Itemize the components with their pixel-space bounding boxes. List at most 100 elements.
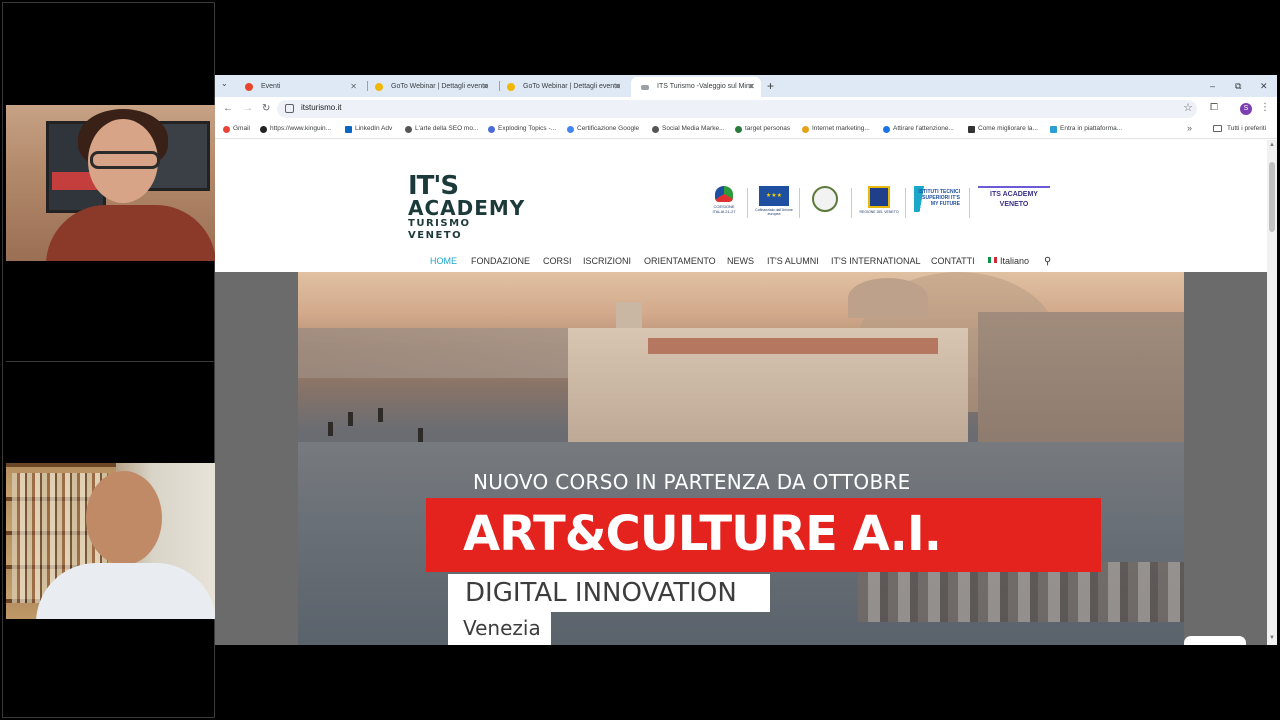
nav-its-international[interactable]: IT'S INTERNATIONAL (831, 256, 921, 266)
browser-toolbar: ← → ↻ itsturismo.it ☆ ⧠ S ⋮ (215, 97, 1277, 121)
tab-goto-webinar-2[interactable]: GoTo Webinar | Dettagli evento ✕ (497, 77, 627, 97)
all-bookmarks-label: Tutti i preferiti (1227, 125, 1267, 132)
bulb-icon (802, 126, 809, 133)
bookmark-item[interactable]: Come migliorare la... (968, 125, 1038, 133)
bookmark-star-icon[interactable]: ☆ (1183, 101, 1193, 114)
participant-video-2[interactable] (6, 463, 215, 619)
chat-widget-tab[interactable] (1184, 636, 1246, 645)
bookmark-item[interactable]: LinkedIn Adv (345, 125, 392, 133)
new-tab-plus-icon[interactable]: + (767, 78, 774, 94)
scrollbar-thumb[interactable] (1269, 162, 1275, 232)
nav-fondazione[interactable]: FONDAZIONE (471, 256, 530, 266)
bookmark-item[interactable]: L'arte della SEO mo... (405, 125, 479, 133)
scroll-up-arrow-icon[interactable]: ▲ (1269, 142, 1275, 148)
bookmark-label: L'arte della SEO mo... (415, 125, 479, 132)
close-tab-icon[interactable]: ✕ (350, 77, 357, 97)
partner-label: ISTITUTI TECNICI SUPERIORI IT'S MY FUTUR… (914, 186, 960, 212)
partner-label: REGIONE DEL VENETO (859, 210, 899, 214)
tab-goto-webinar-1[interactable]: GoTo Webinar | Dettagli evento ✕ (365, 77, 495, 97)
menu-kebab-icon[interactable]: ⋮ (1260, 102, 1270, 113)
forward-arrow-icon[interactable]: → (243, 102, 253, 116)
nav-orientamento[interactable]: ORIENTAMENTO (644, 256, 716, 266)
page-scrollbar[interactable]: ▲ ▼ (1267, 140, 1277, 645)
tab-label: Eventi (261, 83, 281, 90)
back-arrow-icon[interactable]: ← (223, 102, 233, 116)
bookmark-item[interactable]: Exploding Topics -... (488, 125, 557, 133)
search-icon[interactable]: ⚲ (1044, 256, 1051, 267)
close-tab-icon[interactable]: ✕ (614, 77, 621, 97)
tab-label: GoTo Webinar | Dettagli evento (391, 83, 489, 90)
nav-corsi[interactable]: CORSI (543, 256, 572, 266)
hero-subtitle: DIGITAL INNOVATION (465, 578, 737, 608)
webinar-stage: ⌄ Eventi ✕ GoTo Webinar | Dettagli event… (0, 0, 1280, 720)
participant-video-1[interactable] (6, 105, 215, 261)
more-bookmarks-chevron-icon[interactable]: » (1187, 123, 1192, 133)
feather-icon (883, 126, 890, 133)
participant-body (36, 563, 215, 619)
linkedin-icon (345, 126, 352, 133)
url-text[interactable]: itsturismo.it (301, 103, 341, 112)
close-tab-icon[interactable]: ✕ (482, 77, 489, 97)
tab-search-chevron-icon[interactable]: ⌄ (221, 79, 228, 88)
tab-its-turismo[interactable]: ITS Turismo -Valeggio sul Minc ✕ (631, 77, 761, 97)
bookmark-item[interactable]: Certificazione Google (567, 125, 640, 133)
google-favicon-icon (375, 83, 383, 91)
google-favicon-icon (507, 83, 515, 91)
nav-contatti[interactable]: CONTATTI (931, 256, 975, 266)
participant-body (46, 205, 215, 261)
nav-news[interactable]: NEWS (727, 256, 754, 266)
language-label: Italiano (1000, 256, 1030, 266)
minimize-icon[interactable]: – (1210, 78, 1215, 94)
profile-avatar[interactable]: S (1240, 103, 1252, 115)
its-academy-logo[interactable]: IT'S ACADEMY TURISMO VENETO (408, 173, 524, 241)
tab-strip: ⌄ Eventi ✕ GoTo Webinar | Dettagli event… (215, 75, 1277, 97)
tab-eventi[interactable]: Eventi ✕ (235, 77, 363, 97)
tab-label: GoTo Webinar | Dettagli evento (523, 83, 621, 90)
bookmark-label: target personas (745, 125, 791, 132)
tab-label: ITS Turismo -Valeggio sul Minc (657, 83, 754, 90)
participants-panel (2, 2, 215, 718)
bookmark-label: Attirare l'attenzione... (893, 125, 954, 132)
scroll-down-arrow-icon[interactable]: ▼ (1269, 635, 1275, 641)
bookmark-label: Internet marketing... (812, 125, 870, 132)
hero-title: ART&CULTURE A.I. (463, 506, 942, 562)
close-window-icon[interactable]: ✕ (1260, 78, 1268, 94)
site-info-icon[interactable] (285, 104, 294, 113)
bookmarks-bar: Gmail https://www.kinguin... LinkedIn Ad… (215, 121, 1277, 139)
bookmark-label: Come migliorare la... (978, 125, 1038, 132)
nav-home[interactable]: HOME (430, 256, 457, 266)
participant-glasses (90, 151, 160, 169)
restore-icon[interactable]: ⧉ (1235, 78, 1241, 94)
its-my-future-logo: ISTITUTI TECNICI SUPERIORI IT'S MY FUTUR… (911, 186, 963, 220)
eu-logo: ★★★ Cofinanziato dall'Unione europea (755, 186, 793, 220)
code-icon (735, 126, 742, 133)
repubblica-logo (807, 186, 843, 220)
all-bookmarks[interactable]: Tutti i preferiti (1213, 125, 1266, 132)
bookmark-label: Exploding Topics -... (498, 125, 557, 132)
bookmark-label: Social Media Marke... (662, 125, 725, 132)
logo-line: TURISMO VENETO (408, 218, 471, 241)
regione-veneto-logo: REGIONE DEL VENETO (859, 186, 899, 220)
doc-icon (968, 126, 975, 133)
extensions-puzzle-icon[interactable]: ⧠ (1210, 102, 1218, 113)
participant-face (86, 471, 162, 565)
bookmark-item[interactable]: Attirare l'attenzione... (883, 125, 954, 133)
bookmark-item[interactable]: Social Media Marke... (652, 125, 725, 133)
address-bar[interactable]: itsturismo.it ☆ (277, 100, 1197, 118)
bookmark-item[interactable]: Internet marketing... (802, 125, 870, 133)
language-selector[interactable]: Italiano (988, 256, 1029, 266)
nav-its-alumni[interactable]: IT'S ALUMNI (767, 256, 819, 266)
close-tab-icon[interactable]: ✕ (748, 77, 755, 97)
its-academy-veneto-logo: ITS ACADEMY VENETO (977, 186, 1051, 220)
eventi-favicon-icon (245, 83, 253, 91)
gmail-icon (223, 126, 230, 133)
bookmark-label: Certificazione Google (577, 125, 640, 132)
folder-icon (1213, 125, 1222, 132)
bookmark-item[interactable]: https://www.kinguin... (260, 125, 331, 133)
reload-icon[interactable]: ↻ (262, 102, 270, 116)
bookmark-item[interactable]: target personas (735, 125, 791, 133)
trend-icon (488, 126, 495, 133)
nav-iscrizioni[interactable]: ISCRIZIONI (583, 256, 631, 266)
bookmark-item[interactable]: Gmail (223, 125, 250, 133)
bookmark-item[interactable]: Entra in piattaforma... (1050, 125, 1122, 133)
